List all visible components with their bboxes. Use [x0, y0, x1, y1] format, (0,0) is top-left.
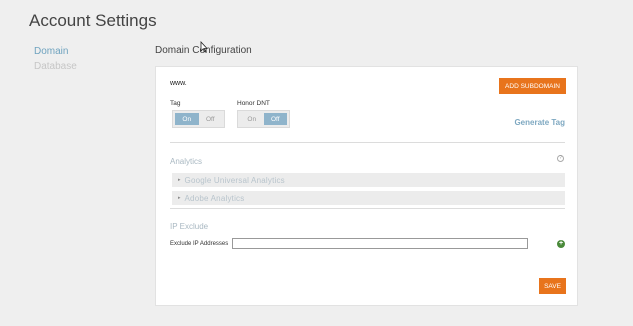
tag-label: Tag — [170, 100, 181, 107]
accordion-google-universal-analytics[interactable]: ▸ Google Universal Analytics — [172, 173, 565, 187]
domain-config-panel: www. ADD SUBDOMAIN Tag On Off Honor DNT … — [155, 66, 578, 306]
page-title: Account Settings — [29, 11, 157, 30]
plus-circle-icon[interactable]: + — [557, 240, 565, 248]
ip-exclude-label: IP Exclude — [170, 222, 209, 231]
nav-item-domain[interactable]: Domain — [34, 44, 77, 59]
analytics-label: Analytics — [170, 157, 203, 166]
nav-item-database[interactable]: Database — [34, 59, 77, 74]
add-subdomain-button[interactable]: ADD SUBDOMAIN — [499, 78, 566, 94]
tag-toggle[interactable]: On Off — [172, 110, 225, 128]
divider — [170, 142, 565, 143]
caret-right-icon: ▸ — [178, 195, 181, 201]
accordion-label: Google Universal Analytics — [184, 175, 285, 185]
domain-prefix: www. — [170, 80, 187, 87]
honor-dnt-toggle[interactable]: On Off — [237, 110, 290, 128]
accordion-adobe-analytics[interactable]: ▸ Adobe Analytics — [172, 191, 565, 205]
divider — [170, 208, 565, 209]
generate-tag-link[interactable]: Generate Tag — [514, 118, 565, 127]
tag-off-option[interactable]: Off — [199, 113, 223, 125]
honor-dnt-label: Honor DNT — [237, 100, 270, 107]
exclude-ip-field-label: Exclude IP Addresses — [170, 241, 229, 247]
honor-dnt-off-option[interactable]: Off — [263, 113, 287, 125]
settings-nav: Domain Database — [34, 44, 77, 74]
caret-right-icon: ▸ — [178, 177, 181, 183]
honor-dnt-on-option[interactable]: On — [240, 113, 264, 125]
question-circle-icon[interactable]: ? — [557, 155, 564, 162]
save-button[interactable]: SAVE — [539, 278, 566, 294]
mouse-cursor-icon — [200, 41, 208, 53]
accordion-label: Adobe Analytics — [184, 193, 245, 203]
exclude-ip-input[interactable] — [232, 238, 528, 249]
tag-on-option[interactable]: On — [175, 113, 199, 125]
